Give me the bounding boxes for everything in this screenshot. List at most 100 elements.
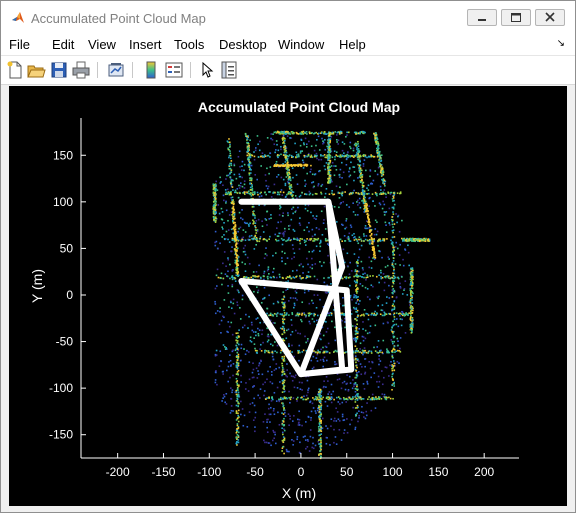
cloud-point	[354, 358, 357, 361]
cloud-point	[319, 411, 322, 414]
cloud-point	[255, 229, 258, 232]
cloud-point	[358, 202, 361, 204]
dock-arrow-icon[interactable]: ↘	[557, 38, 565, 49]
cloud-point	[354, 401, 357, 403]
cloud-point	[327, 154, 329, 156]
cloud-point	[396, 360, 399, 363]
cloud-point	[238, 329, 240, 331]
cloud-point	[229, 376, 231, 379]
cloud-point	[355, 289, 357, 291]
cloud-point	[241, 408, 244, 410]
cloud-point	[283, 357, 285, 360]
cloud-point	[300, 263, 302, 265]
cloud-point	[301, 396, 303, 399]
cloud-point	[286, 155, 289, 157]
cloud-point	[276, 239, 278, 242]
cloud-point	[325, 397, 328, 400]
cloud-point	[283, 149, 286, 151]
cloud-point	[286, 276, 289, 278]
cloud-point	[249, 189, 252, 191]
cloud-point	[282, 291, 285, 293]
maximize-button[interactable]	[501, 9, 531, 26]
cloud-point	[392, 260, 395, 262]
cloud-point	[359, 396, 362, 399]
open-file-icon[interactable]	[26, 60, 46, 80]
cloud-point	[362, 383, 365, 385]
cloud-point	[412, 238, 415, 241]
cloud-point	[307, 440, 309, 442]
cloud-point	[372, 179, 375, 182]
point-cloud-plot[interactable]: Accumulated Point Cloud Map -200 -150 -100…	[9, 86, 567, 506]
cloud-point	[311, 181, 313, 184]
new-figure-icon[interactable]	[5, 60, 25, 80]
cloud-point	[362, 398, 365, 400]
cloud-point	[311, 156, 314, 159]
cloud-point	[253, 290, 255, 293]
link-plot-icon[interactable]	[106, 60, 126, 80]
cloud-point	[354, 407, 357, 409]
cloud-point	[319, 405, 321, 408]
cloud-point	[411, 322, 414, 324]
cloud-point	[274, 322, 276, 324]
cloud-point	[339, 168, 342, 171]
cloud-point	[267, 185, 270, 188]
cloud-point	[399, 351, 402, 353]
minimize-button[interactable]	[467, 9, 497, 26]
cloud-point	[335, 420, 338, 422]
menu-desktop[interactable]: Desktop	[219, 37, 267, 52]
cloud-point	[278, 193, 281, 196]
cloud-point	[291, 351, 293, 353]
cloud-point	[234, 252, 237, 255]
property-inspector-icon[interactable]	[219, 60, 239, 80]
cloud-point	[254, 217, 256, 219]
cloud-point	[261, 329, 264, 332]
cloud-point	[355, 329, 358, 331]
cloud-point	[266, 335, 269, 338]
cloud-point	[281, 367, 284, 369]
cloud-point	[322, 140, 324, 142]
menu-view[interactable]: View	[88, 37, 116, 52]
cloud-point	[325, 162, 328, 164]
cloud-point	[254, 174, 257, 176]
cloud-point	[258, 149, 261, 152]
cloud-point	[316, 314, 319, 317]
cloud-point	[233, 211, 236, 214]
cloud-point	[368, 331, 371, 334]
cloud-point	[362, 353, 364, 356]
insert-colorbar-icon[interactable]	[141, 60, 161, 80]
cloud-point	[302, 161, 305, 164]
cloud-point	[374, 254, 376, 257]
cloud-point	[288, 178, 291, 180]
cloud-point	[410, 304, 412, 307]
cloud-point	[237, 426, 240, 429]
cloud-point	[279, 191, 282, 193]
cloud-point	[333, 165, 335, 167]
menu-insert[interactable]: Insert	[129, 37, 162, 52]
menu-window[interactable]: Window	[278, 37, 324, 52]
cloud-point	[214, 287, 217, 290]
cloud-point	[253, 397, 255, 400]
cloud-point	[373, 155, 376, 158]
edit-plot-arrow-icon[interactable]	[197, 60, 217, 80]
cloud-point	[264, 174, 267, 176]
cloud-point	[251, 193, 254, 196]
cloud-point	[287, 171, 289, 174]
figure-canvas[interactable]: Accumulated Point Cloud Map -200 -150 -100…	[9, 86, 567, 506]
menu-tools[interactable]: Tools	[174, 37, 204, 52]
cloud-point	[294, 142, 296, 145]
menu-edit[interactable]: Edit	[52, 37, 74, 52]
save-icon[interactable]	[49, 60, 69, 80]
cloud-point	[214, 203, 217, 206]
cloud-point	[393, 360, 395, 362]
cloud-point	[275, 149, 277, 151]
cloud-point	[230, 405, 233, 407]
cloud-point	[389, 364, 391, 367]
cloud-point	[383, 289, 386, 292]
menu-file[interactable]: File	[9, 37, 30, 52]
print-icon[interactable]	[71, 60, 91, 80]
insert-legend-icon[interactable]	[164, 60, 184, 80]
cloud-point	[330, 165, 333, 167]
close-button[interactable]	[535, 9, 565, 26]
cloud-point	[381, 178, 383, 181]
menu-help[interactable]: Help	[339, 37, 366, 52]
